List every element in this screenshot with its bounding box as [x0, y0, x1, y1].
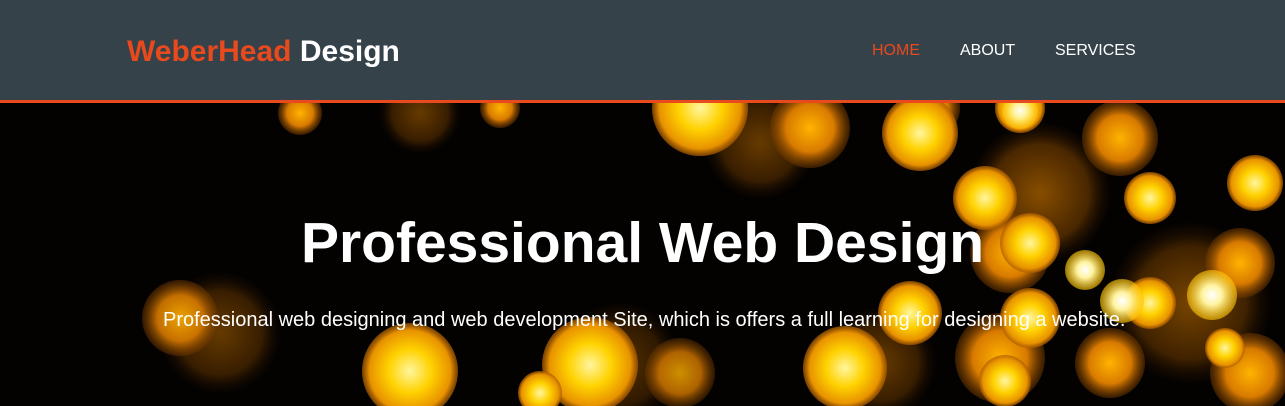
hero-tagline: Professional web designing and web devel… [163, 309, 1126, 331]
hero-showcase: Professional Web Design Professional web… [0, 103, 1285, 406]
main-nav: HOME ABOUT SERVICES [0, 41, 1285, 63]
nav-link-services[interactable]: SERVICES [1055, 41, 1136, 61]
nav-link-about[interactable]: ABOUT [960, 41, 1015, 61]
hero-heading: Professional Web Design [300, 211, 985, 275]
site-header: WeberHead Design HOME ABOUT SERVICES [0, 0, 1285, 103]
nav-link-home[interactable]: HOME [872, 41, 920, 61]
